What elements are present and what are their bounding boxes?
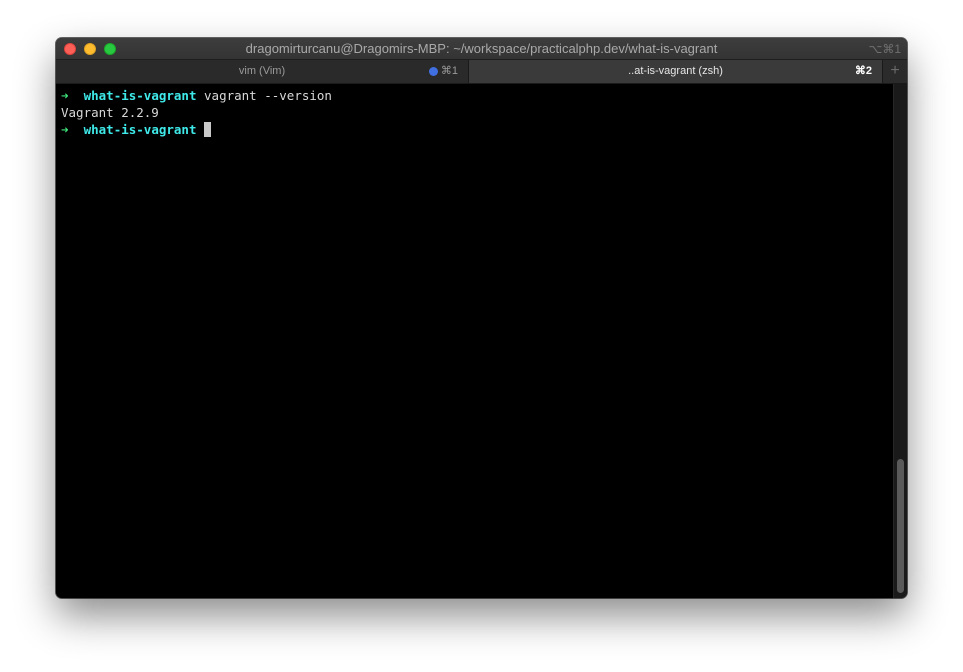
- terminal-line: ➜ what-is-vagrant vagrant --version: [61, 87, 893, 104]
- activity-indicator-icon: [429, 67, 438, 76]
- tab-shortcut: ⌘1: [440, 65, 458, 77]
- prompt-directory: what-is-vagrant: [83, 88, 197, 103]
- tab-bar: vim (Vim) ⌘1 ..at-is-vagrant (zsh) ⌘2 +: [56, 60, 907, 84]
- output-text: Vagrant 2.2.9: [61, 105, 159, 120]
- window-shortcut: ⌥⌘1: [868, 42, 901, 56]
- terminal-output[interactable]: ➜ what-is-vagrant vagrant --version Vagr…: [56, 84, 893, 598]
- window-title: dragomirturcanu@Dragomirs-MBP: ~/workspa…: [245, 41, 718, 56]
- prompt-arrow-icon: ➜: [61, 88, 69, 103]
- scrollbar-thumb[interactable]: [897, 459, 904, 593]
- terminal-line: ➜ what-is-vagrant: [61, 121, 893, 138]
- command-text: vagrant --version: [204, 88, 332, 103]
- tab-label: ..at-is-vagrant (zsh): [628, 65, 723, 77]
- new-tab-button[interactable]: +: [883, 60, 907, 83]
- prompt-arrow-icon: ➜: [61, 122, 69, 137]
- title-bar[interactable]: dragomirturcanu@Dragomirs-MBP: ~/workspa…: [56, 38, 907, 60]
- terminal-window: dragomirturcanu@Dragomirs-MBP: ~/workspa…: [56, 38, 907, 598]
- prompt-directory: what-is-vagrant: [83, 122, 197, 137]
- tab-zsh[interactable]: ..at-is-vagrant (zsh) ⌘2: [469, 60, 883, 83]
- text-cursor: [204, 122, 212, 137]
- tab-vim[interactable]: vim (Vim) ⌘1: [56, 60, 469, 83]
- tab-shortcut: ⌘2: [854, 65, 872, 77]
- vertical-scrollbar[interactable]: [893, 84, 907, 598]
- terminal-line: Vagrant 2.2.9: [61, 104, 893, 121]
- tab-label: vim (Vim): [238, 65, 286, 77]
